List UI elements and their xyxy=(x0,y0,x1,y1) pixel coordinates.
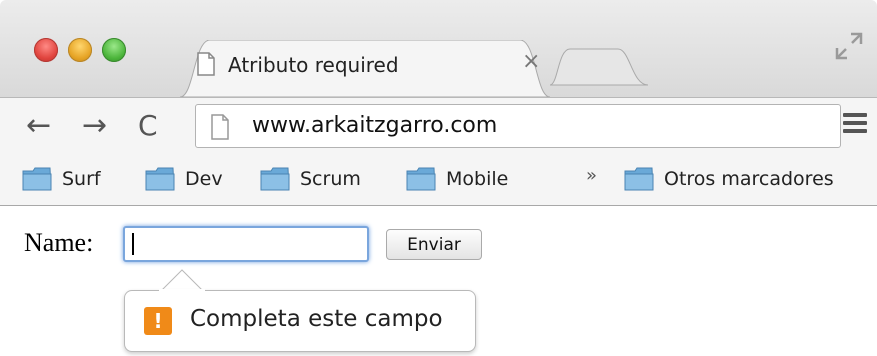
bookmarks-bar: Surf Dev Scrum Mobile Otros marcadores xyxy=(0,155,877,206)
back-arrow-icon[interactable]: ← xyxy=(26,109,51,143)
bookmark-label: Mobile xyxy=(446,168,509,190)
address-url: www.arkaitzgarro.com xyxy=(252,113,498,138)
validation-message: Completa este campo xyxy=(190,306,443,332)
name-input[interactable] xyxy=(123,226,369,262)
folder-icon xyxy=(406,167,436,191)
reload-icon[interactable]: C xyxy=(138,109,158,143)
bookmark-surf[interactable]: Surf xyxy=(22,163,101,195)
folder-icon xyxy=(22,167,52,191)
bookmark-label: Otros marcadores xyxy=(664,168,834,190)
maximize-window-icon[interactable] xyxy=(102,38,126,62)
page-icon xyxy=(197,52,215,76)
bookmark-label: Scrum xyxy=(300,168,361,190)
close-window-icon[interactable] xyxy=(34,38,58,62)
bookmark-other[interactable]: Otros marcadores xyxy=(624,163,834,195)
folder-icon xyxy=(145,167,175,191)
folder-icon xyxy=(624,167,654,191)
name-label: Name: xyxy=(24,228,94,257)
folder-icon xyxy=(260,167,290,191)
menu-icon[interactable] xyxy=(843,113,867,133)
bubble-arrow-mask xyxy=(159,289,205,293)
address-bar[interactable]: www.arkaitzgarro.com xyxy=(195,104,841,148)
fullscreen-icon[interactable] xyxy=(833,30,865,62)
text-caret xyxy=(132,233,134,255)
bookmark-dev[interactable]: Dev xyxy=(145,163,223,195)
forward-arrow-icon[interactable]: → xyxy=(82,109,107,143)
bookmark-label: Dev xyxy=(185,168,223,190)
bookmark-label: Surf xyxy=(62,168,101,190)
tab-active[interactable]: Atributo required × xyxy=(180,40,550,97)
more-bookmarks-button[interactable]: » xyxy=(586,165,597,186)
minimize-window-icon[interactable] xyxy=(68,38,92,62)
submit-button[interactable]: Enviar xyxy=(386,229,482,260)
bookmark-mobile[interactable]: Mobile xyxy=(406,163,508,195)
warning-icon: ! xyxy=(144,307,172,335)
tab-title: Atributo required xyxy=(228,53,399,77)
new-tab-button[interactable] xyxy=(548,47,650,87)
tab-close-icon[interactable]: × xyxy=(522,51,540,73)
bookmark-scrum[interactable]: Scrum xyxy=(260,163,361,195)
page-icon xyxy=(211,114,229,140)
